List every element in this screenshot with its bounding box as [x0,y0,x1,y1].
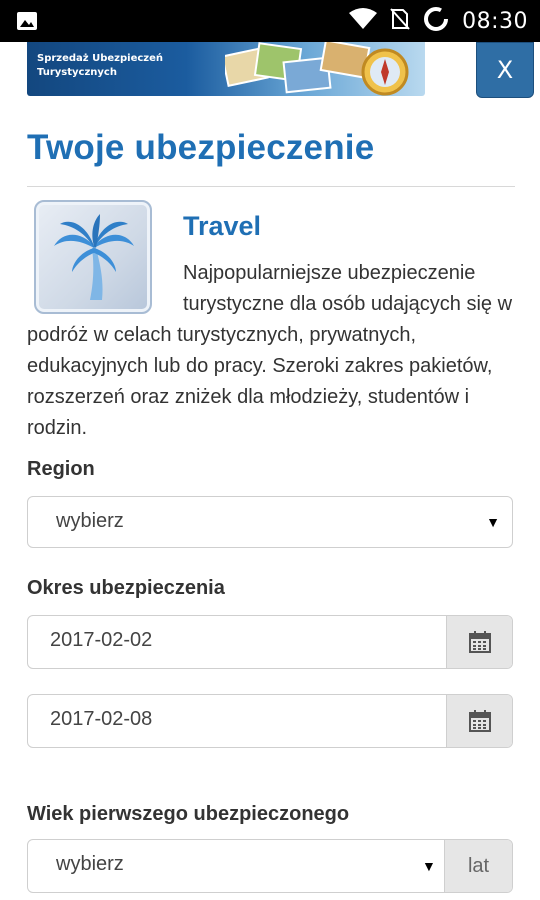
image-icon [16,11,38,31]
page-title: Twoje ubezpieczenie [27,128,375,167]
wifi-icon [348,7,378,35]
age-unit-addon: lat [444,840,512,892]
caret-down-icon: ▼ [422,858,436,874]
period-label: Okres ubezpieczenia [27,577,225,599]
start-date-value: 2017-02-02 [50,629,153,651]
age-select[interactable]: wybierz ▼ lat [27,839,513,893]
product-description: Najpopularniejsze ubezpieczenie turystyc… [27,258,515,444]
close-banner-button[interactable]: X [476,42,534,98]
status-bar: 08:30 [0,0,540,42]
region-label: Region [27,458,95,480]
travel-photos-illustration [225,42,409,96]
region-select[interactable]: wybierz ▼ [27,496,513,548]
banner-text: Sprzedaż Ubezpieczeń Turystycznych [37,52,163,80]
region-select-value: wybierz [56,510,124,532]
end-date-field[interactable]: 2017-02-08 [27,694,513,748]
sync-icon [422,5,450,38]
calendar-icon[interactable] [446,695,512,747]
clock: 08:30 [462,8,528,34]
start-date-field[interactable]: 2017-02-02 [27,615,513,669]
age-label: Wiek pierwszego ubezpieczonego [27,803,350,825]
age-select-value: wybierz [56,853,124,875]
product-name: Travel [183,211,262,241]
banner-line1: Sprzedaż Ubezpieczeń [37,53,164,64]
banner-line2: Turystycznych [37,67,117,78]
ad-banner[interactable]: Sprzedaż Ubezpieczeń Turystycznych [27,42,425,96]
divider [27,186,515,187]
caret-down-icon: ▼ [486,514,500,530]
no-sim-icon [390,7,410,36]
calendar-icon[interactable] [446,616,512,668]
end-date-value: 2017-02-08 [50,708,153,730]
